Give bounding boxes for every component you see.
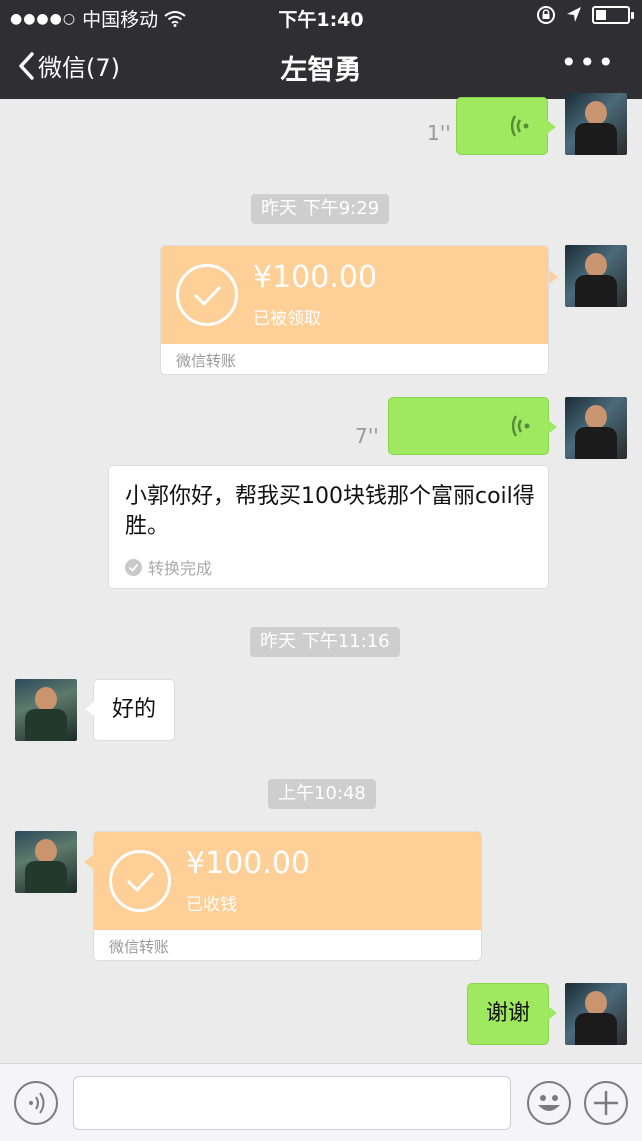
status-bar: ●●●●○ 中国移动 下午1:40 [0,0,642,34]
voice-message[interactable] [456,97,556,155]
voice-message[interactable] [388,397,557,455]
transfer-amount: ¥100.00 [186,846,311,881]
timestamp: 昨天 下午11:16 [250,627,400,657]
text-message[interactable]: 好的 [85,679,175,741]
my-avatar[interactable] [565,245,627,307]
voice-wave-icon [511,115,529,137]
emoji-button[interactable] [527,1081,571,1125]
my-avatar[interactable] [565,983,627,1045]
transcript-text: 小郭你好，帮我买100块钱那个富丽coil得胜。 [125,484,535,539]
timestamp: 昨天 下午9:29 [251,194,390,224]
nav-bar: 微信(7) 左智勇 ••• [0,38,642,94]
transfer-card[interactable]: ¥100.00 已被领取 微信转账 [160,245,549,375]
check-circle-icon [176,264,238,326]
my-avatar[interactable] [565,397,627,459]
plus-button[interactable] [584,1081,628,1125]
voice-duration: 1'' [427,121,451,145]
voice-mode-icon [29,1092,45,1114]
my-avatar[interactable] [565,93,627,155]
emoji-icon [538,1095,560,1111]
message-input[interactable] [73,1076,511,1130]
voice-mode-button[interactable] [14,1081,58,1125]
chat-title: 左智勇 [280,55,362,86]
check-circle-icon [125,558,142,576]
transfer-label: 微信转账 [109,938,170,956]
lock-rotation-icon [537,6,555,24]
location-icon [567,7,581,22]
transcript-status: 转换完成 [148,559,213,578]
more-icon[interactable]: ••• [560,46,616,79]
transfer-label: 微信转账 [176,352,237,370]
check-circle-icon [109,850,171,912]
transfer-card[interactable]: ¥100.00 已收钱 微信转账 [93,831,482,961]
battery-icon [592,6,634,24]
transfer-amount: ¥100.00 [253,260,378,295]
contact-avatar[interactable] [15,831,77,893]
timestamp: 上午10:48 [268,779,376,809]
voice-wave-icon [512,415,530,437]
input-bar [0,1063,642,1141]
transfer-status: 已被领取 [253,309,321,329]
plus-icon [594,1091,618,1115]
text-message[interactable]: 谢谢 [467,983,557,1045]
voice-duration: 7'' [355,424,379,448]
top-bar: ●●●●○ 中国移动 下午1:40 微信(7) 左智勇 ••• [0,0,642,99]
transfer-status: 已收钱 [186,895,237,915]
voice-transcript[interactable]: 小郭你好，帮我买100块钱那个富丽coil得胜。 转换完成 [108,465,549,589]
contact-avatar[interactable] [15,679,77,741]
